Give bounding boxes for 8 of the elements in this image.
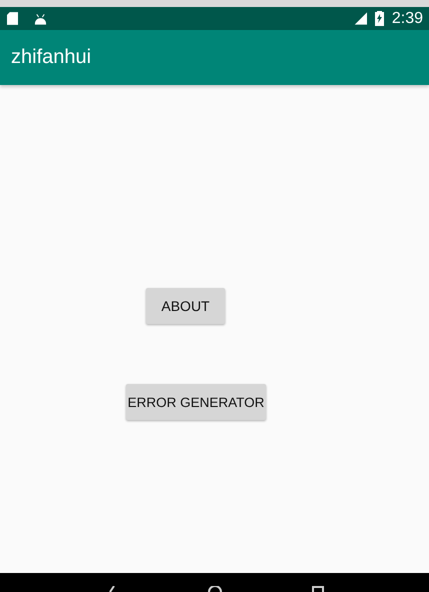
error-generator-button[interactable]: ERROR GENERATOR xyxy=(126,384,266,420)
battery-charging-icon xyxy=(374,11,384,26)
sd-card-icon xyxy=(7,12,18,25)
clock-time: 2:39 xyxy=(392,10,423,28)
about-button[interactable]: ABOUT xyxy=(146,288,225,324)
app-title: zhifanhui xyxy=(11,46,92,69)
lte-signal-icon xyxy=(352,12,367,25)
android-robot-icon xyxy=(34,12,47,24)
